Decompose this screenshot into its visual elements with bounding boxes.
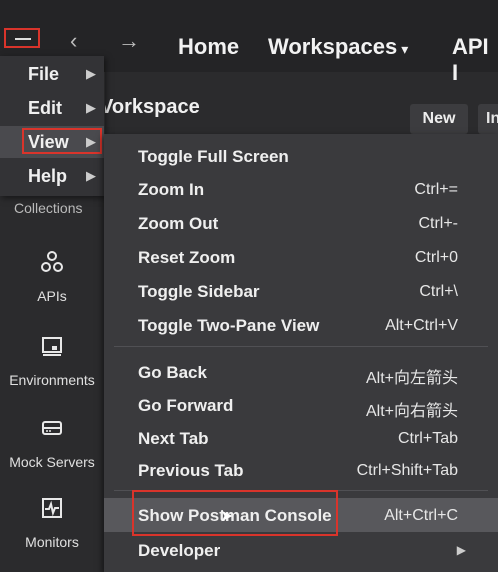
hamburger-icon [15, 38, 31, 40]
menu-item-previous-tab[interactable]: Previous Tab Ctrl+Shift+Tab [104, 454, 498, 486]
menu-item-next-tab[interactable]: Next Tab Ctrl+Tab [104, 422, 498, 454]
apis-icon [0, 250, 104, 280]
menu-item-help[interactable]: Help ▶ [0, 160, 104, 192]
sidebar-item-environments[interactable]: Environments [0, 334, 104, 388]
menu-item-shortcut: Alt+Ctrl+C [384, 507, 458, 524]
sidebar-item-monitors[interactable]: Monitors [0, 496, 104, 550]
forward-arrow-icon[interactable]: → [118, 28, 140, 54]
menu-item-go-back[interactable]: Go Back Alt+向左箭头 [104, 356, 498, 388]
home-link[interactable]: Home [178, 34, 239, 60]
submenu-arrow-icon: ▶ [86, 100, 96, 115]
menu-item-toggle-two-pane-view[interactable]: Toggle Two-Pane View Alt+Ctrl+V [104, 309, 498, 341]
new-button[interactable]: New [410, 104, 468, 134]
menu-item-label: Go Back [138, 363, 207, 382]
menu-item-label: Previous Tab [138, 461, 244, 480]
highlight-box [22, 128, 102, 154]
submenu-arrow-icon: ▶ [86, 168, 96, 183]
sidebar-item-collections[interactable]: Collections [14, 200, 82, 216]
menu-item-label: Zoom In [138, 180, 205, 199]
menu-item-shortcut: Ctrl+0 [414, 249, 458, 266]
sidebar-item-label: APIs [37, 288, 67, 304]
menu-item-shortcut: Ctrl+= [414, 181, 458, 198]
mouse-cursor-icon: ➤ [220, 508, 234, 525]
menu-item-label: Developer [138, 541, 221, 560]
sidebar-item-mock-servers[interactable]: Mock Servers [0, 416, 104, 470]
monitors-icon [0, 496, 104, 526]
menu-item-label: Toggle Sidebar [138, 282, 260, 301]
menu-item-view[interactable]: View ▶ [0, 126, 104, 158]
hamburger-menu-button[interactable] [4, 28, 40, 48]
menu-item-shortcut: Ctrl+Tab [397, 430, 458, 447]
chevron-down-icon: ▾ [401, 41, 409, 57]
menu-item-reset-zoom[interactable]: Reset Zoom Ctrl+0 [104, 241, 498, 273]
menu-item-label: Toggle Full Screen [138, 147, 289, 166]
workspaces-dropdown[interactable]: Workspaces ▾ [268, 34, 408, 60]
menu-item-shortcut: Alt+向左箭头 [365, 370, 458, 387]
workspace-title: Vorkspace [100, 96, 200, 118]
menu-item-shortcut: Ctrl+Shift+Tab [356, 462, 458, 479]
menu-item-developer[interactable]: Developer ▶ [104, 534, 498, 566]
menu-item-label: Edit [28, 98, 62, 118]
workspaces-label: Workspaces [268, 34, 398, 59]
menu-item-label: Help [28, 166, 68, 186]
view-submenu: Toggle Full Screen Zoom In Ctrl+= Zoom O… [104, 134, 498, 572]
menu-item-label: Go Forward [138, 396, 234, 415]
menu-item-toggle-sidebar[interactable]: Toggle Sidebar Ctrl+\ [104, 275, 498, 307]
submenu-arrow-icon: ▶ [86, 66, 96, 81]
menu-item-shortcut: Alt+Ctrl+V [385, 317, 458, 334]
menu-item-file[interactable]: File ▶ [0, 58, 104, 90]
menu-item-label: Reset Zoom [138, 248, 236, 267]
menu-item-label: File [28, 64, 60, 84]
menu-item-label: Next Tab [138, 429, 209, 448]
import-button[interactable]: In [478, 104, 498, 134]
menu-item-shortcut: Ctrl+- [418, 215, 458, 232]
menu-item-shortcut: Alt+向右箭头 [365, 403, 458, 420]
back-arrow-icon[interactable]: ‹ [70, 28, 77, 54]
menu-divider [114, 346, 488, 347]
sidebar-item-label: Monitors [25, 534, 79, 550]
menu-item-go-forward[interactable]: Go Forward Alt+向右箭头 [104, 389, 498, 421]
highlight-box [132, 490, 338, 536]
sidebar-item-apis[interactable]: APIs [0, 250, 104, 304]
sidebar-item-label: Environments [9, 372, 95, 388]
menu-item-zoom-in[interactable]: Zoom In Ctrl+= [104, 173, 498, 205]
mock-servers-icon [0, 416, 104, 446]
submenu-arrow-icon: ▶ [456, 543, 466, 557]
menu-item-label: Zoom Out [138, 214, 219, 233]
menu-item-toggle-full-screen[interactable]: Toggle Full Screen [104, 140, 498, 172]
sidebar-item-label: Mock Servers [9, 454, 95, 470]
app-menu: File ▶ Edit ▶ View ▶ Help ▶ [0, 56, 104, 196]
api-network-link[interactable]: API I [452, 34, 498, 86]
environments-icon [0, 334, 104, 364]
menu-item-label: Toggle Two-Pane View [138, 316, 320, 335]
menu-item-zoom-out[interactable]: Zoom Out Ctrl+- [104, 207, 498, 239]
menu-item-shortcut: Ctrl+\ [419, 283, 458, 300]
menu-item-edit[interactable]: Edit ▶ [0, 92, 104, 124]
